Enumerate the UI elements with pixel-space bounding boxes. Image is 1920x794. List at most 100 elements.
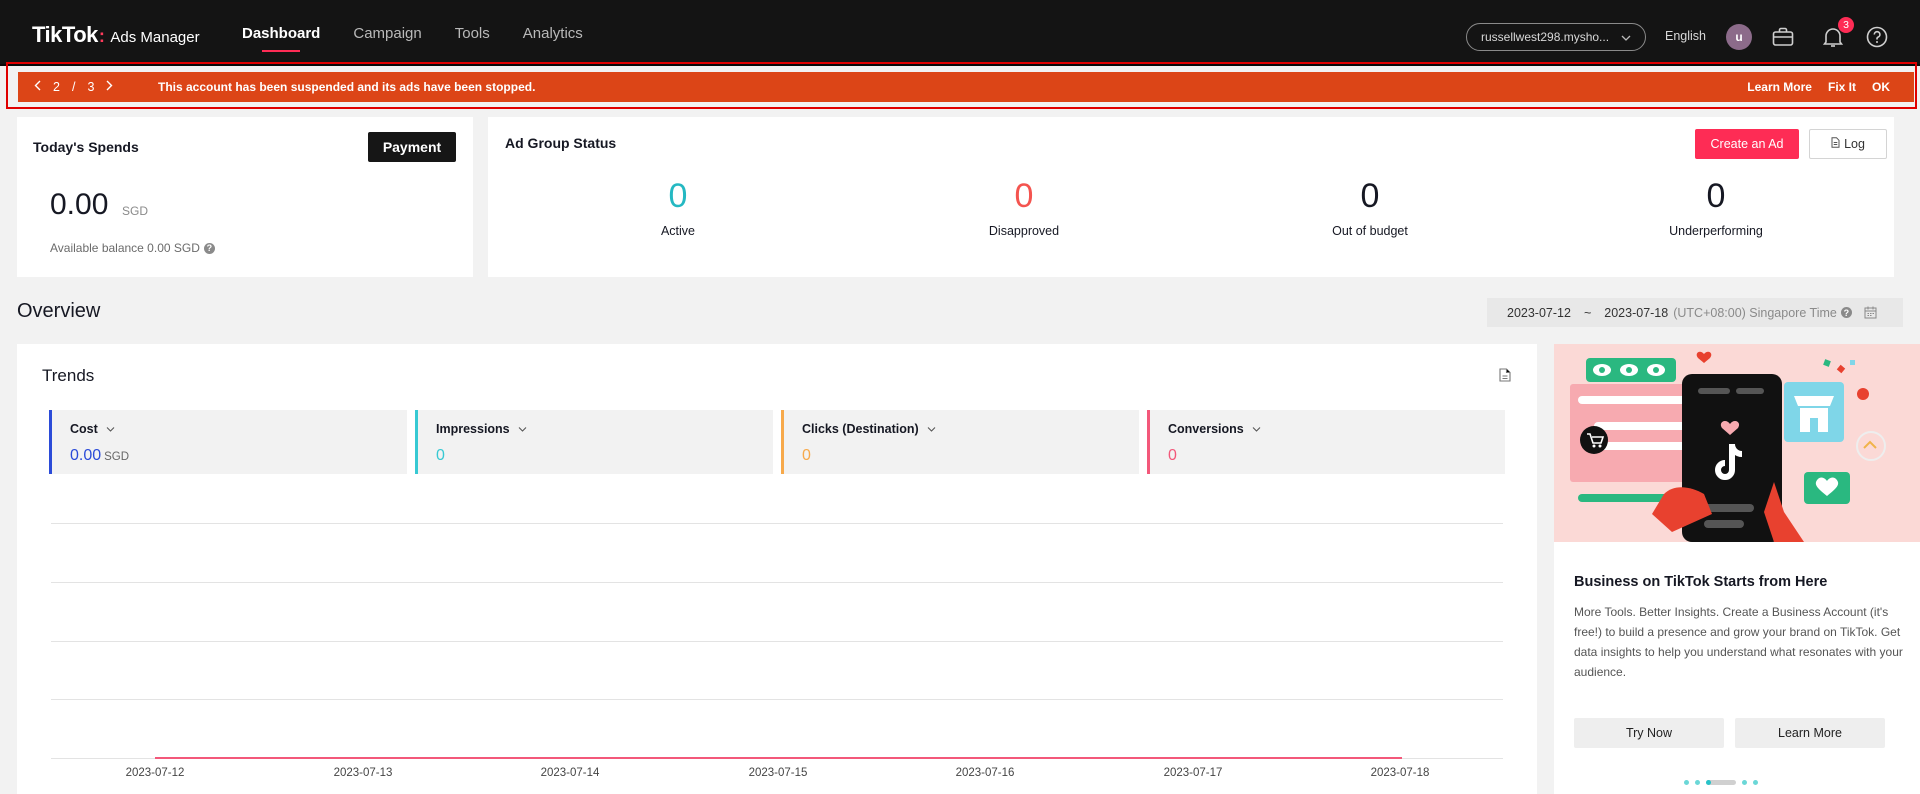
promo-description: More Tools. Better Insights. Create a Bu…: [1574, 605, 1903, 679]
x-axis-tick: 2023-07-18: [1370, 767, 1430, 779]
carousel-dot[interactable]: [1695, 780, 1700, 785]
chevron-down-icon: [106, 426, 115, 432]
metric-name: Clicks (Destination): [802, 422, 936, 436]
stat-value: 0: [1360, 177, 1380, 215]
tiktok-ads-manager-logo[interactable]: TikTok: Ads Manager: [32, 22, 200, 48]
ad-group-status-card: Ad Group Status Create an Ad Log 0 Activ…: [488, 117, 1894, 277]
metric-card-conversions[interactable]: Conversions 0: [1147, 410, 1505, 474]
payment-button[interactable]: Payment: [368, 132, 456, 162]
timezone-label: (UTC+08:00) Singapore Time: [1673, 305, 1837, 320]
export-icon[interactable]: [1499, 368, 1511, 385]
chevron-left-icon[interactable]: [34, 80, 41, 94]
nav-dashboard[interactable]: Dashboard: [242, 0, 320, 66]
account-selector[interactable]: russellwest298.mysho...: [1466, 23, 1646, 51]
stat-label: Out of budget: [1332, 224, 1408, 238]
x-axis-tick: 2023-07-13: [333, 767, 393, 779]
alert-pager: 2 / 3: [34, 80, 113, 94]
metric-value: 0: [802, 447, 811, 464]
stat-label: Disapproved: [988, 224, 1060, 238]
alert-message: This account has been suspended and its …: [158, 80, 536, 94]
stat-label: Active: [660, 224, 696, 238]
carousel-dot-active[interactable]: [1706, 780, 1736, 785]
metric-number: 0.00: [70, 447, 102, 464]
calendar-icon[interactable]: [1864, 306, 1877, 319]
stat-label: Underperforming: [1669, 224, 1763, 238]
alert-learn-more-link[interactable]: Learn More: [1747, 80, 1812, 94]
chevron-right-icon[interactable]: [106, 80, 113, 94]
metric-card-impressions[interactable]: Impressions 0: [415, 410, 773, 474]
trend-series-line: [155, 757, 1402, 759]
suspension-alert-banner: 2 / 3 This account has been suspended an…: [18, 72, 1914, 102]
date-start: 2023-07-12: [1507, 305, 1571, 320]
stat-out-of-budget[interactable]: 0 Out of budget: [1270, 177, 1470, 238]
promo-title: Business on TikTok Starts from Here: [1574, 574, 1828, 590]
help-icon[interactable]: [1864, 24, 1890, 50]
metric-unit: SGD: [104, 451, 130, 463]
alert-ok-button[interactable]: OK: [1872, 80, 1890, 94]
log-button[interactable]: Log: [1809, 129, 1887, 159]
metric-value: 0.00 SGD: [70, 447, 129, 465]
spend-currency: SGD: [122, 204, 149, 218]
promo-learn-more-button[interactable]: Learn More: [1735, 718, 1885, 748]
account-name: russellwest298.mysho...: [1481, 30, 1610, 44]
try-now-button[interactable]: Try Now: [1574, 718, 1724, 748]
metric-value: 0: [1168, 447, 1177, 464]
stat-value: 0: [668, 177, 688, 215]
logo-main-text: TikTok: [32, 22, 98, 47]
carousel-dot[interactable]: [1753, 780, 1758, 785]
metric-label: Cost: [70, 422, 98, 436]
stat-active[interactable]: 0 Active: [578, 177, 778, 238]
balance-text: Available balance 0.00 SGD: [50, 241, 200, 255]
stat-underperforming[interactable]: 0 Underperforming: [1616, 177, 1816, 238]
stat-disapproved[interactable]: 0 Disapproved: [924, 177, 1124, 238]
todays-spends-title: Today's Spends: [33, 139, 139, 155]
metric-label: Impressions: [436, 422, 510, 436]
document-icon: [1831, 137, 1840, 151]
carousel-dot[interactable]: [1684, 780, 1689, 785]
chevron-down-icon: [927, 426, 936, 432]
trends-card: Trends Cost 0.00 SGD Impressions 0 Clicks…: [17, 344, 1537, 794]
stat-value: 0: [1706, 177, 1726, 215]
alert-actions: Learn More Fix It OK: [1747, 80, 1890, 94]
x-axis-tick: 2023-07-15: [748, 767, 808, 779]
metric-name: Cost: [70, 422, 115, 436]
date-separator: ~: [1583, 305, 1592, 320]
carousel-dots: [1684, 780, 1758, 785]
metric-card-cost[interactable]: Cost 0.00 SGD: [49, 410, 407, 474]
x-axis-tick: 2023-07-14: [540, 767, 600, 779]
chevron-down-icon: [1621, 30, 1631, 44]
question-icon[interactable]: ?: [203, 242, 215, 254]
chart-gridline: [51, 699, 1503, 700]
metric-value: 0: [436, 447, 445, 464]
carousel-dot[interactable]: [1742, 780, 1747, 785]
logo-sub-text: Ads Manager: [110, 29, 200, 46]
x-axis-tick: 2023-07-16: [955, 767, 1015, 779]
nav-analytics[interactable]: Analytics: [523, 0, 583, 66]
chevron-down-icon: [518, 426, 527, 432]
todays-spends-card: Today's Spends Payment 0.00 SGD Availabl…: [17, 117, 473, 277]
metric-name: Impressions: [436, 422, 527, 436]
language-selector[interactable]: English: [1665, 29, 1706, 43]
chart-gridline: [51, 582, 1503, 583]
logo-colon: :: [98, 26, 105, 46]
question-icon[interactable]: ?: [1840, 307, 1852, 318]
main-nav: Dashboard Campaign Tools Analytics: [242, 0, 583, 66]
create-ad-button[interactable]: Create an Ad: [1695, 129, 1799, 159]
chevron-down-icon: [1252, 426, 1261, 432]
nav-campaign[interactable]: Campaign: [353, 0, 421, 66]
metric-card-clicks[interactable]: Clicks (Destination) 0: [781, 410, 1139, 474]
nav-tools[interactable]: Tools: [455, 0, 490, 66]
alert-fix-it-link[interactable]: Fix It: [1828, 80, 1856, 94]
x-axis-tick: 2023-07-17: [1163, 767, 1223, 779]
x-axis-tick: 2023-07-12: [125, 767, 185, 779]
stat-value: 0: [1014, 177, 1034, 215]
alert-page-separator: /: [71, 80, 76, 94]
date-range-picker[interactable]: 2023-07-12 ~ 2023-07-18 (UTC+08:00) Sing…: [1487, 298, 1903, 327]
spend-amount: 0.00: [50, 188, 109, 221]
alert-page-current: 2: [53, 80, 60, 94]
briefcase-icon[interactable]: [1770, 24, 1796, 50]
avatar[interactable]: u: [1726, 24, 1752, 50]
date-end: 2023-07-18: [1604, 305, 1669, 320]
overview-title: Overview: [17, 300, 101, 322]
alert-page-total: 3: [87, 80, 95, 94]
